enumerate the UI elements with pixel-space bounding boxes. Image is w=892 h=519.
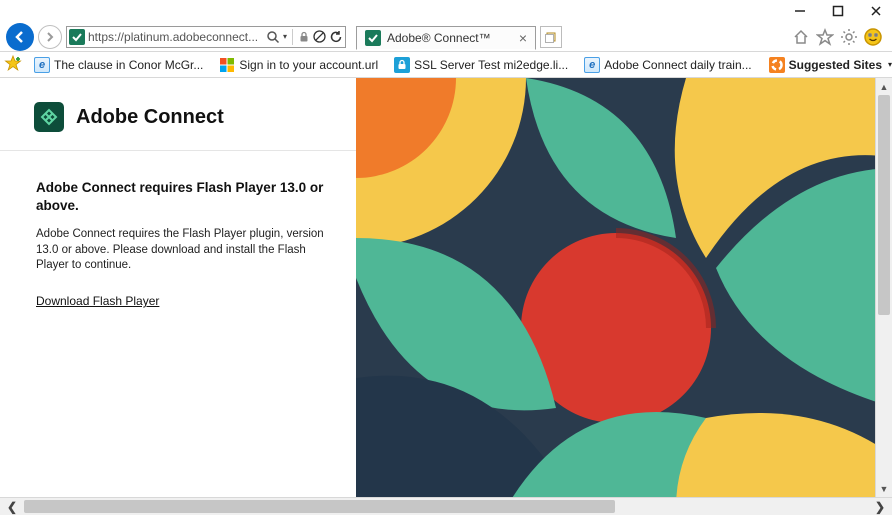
bookmark-item[interactable]: SSL Server Test mi2edge.li...: [390, 54, 572, 76]
page-content: Adobe Connect Adobe Connect requires Fla…: [0, 78, 892, 498]
lock-square-icon: [394, 57, 410, 73]
window-titlebar: [0, 0, 892, 22]
bookmark-label: Adobe Connect daily train...: [604, 58, 751, 72]
browser-tab[interactable]: Adobe® Connect™ ×: [356, 26, 536, 50]
left-panel: Adobe Connect Adobe Connect requires Fla…: [0, 78, 356, 497]
message-body: Adobe Connect requires the Flash Player …: [36, 227, 336, 274]
suggested-sites-button[interactable]: Suggested Sites ▾: [764, 54, 892, 76]
bookmark-label: Sign in to your account.url: [239, 58, 378, 72]
scroll-thumb[interactable]: [878, 95, 890, 315]
brand-title: Adobe Connect: [76, 106, 224, 129]
site-favicon: [69, 29, 85, 45]
add-favorite-button[interactable]: [4, 54, 22, 75]
tab-title: Adobe® Connect™: [387, 31, 513, 45]
navigation-toolbar: https://platinum.adobeconnect... ▾ Adobe…: [0, 22, 892, 52]
bookmark-item[interactable]: e Adobe Connect daily train...: [580, 54, 755, 76]
brand-row: Adobe Connect: [0, 78, 356, 151]
microsoft-icon: [219, 57, 235, 73]
home-icon[interactable]: [792, 28, 810, 46]
vertical-scrollbar[interactable]: ▲ ▼: [875, 78, 892, 497]
tab-favicon: [365, 30, 381, 46]
ie-icon: e: [34, 57, 50, 73]
refresh-icon[interactable]: [329, 30, 343, 44]
chevron-down-icon: ▾: [888, 60, 892, 69]
bookmark-label: SSL Server Test mi2edge.li...: [414, 58, 568, 72]
scroll-right-button[interactable]: ❯: [868, 498, 892, 515]
scroll-down-button[interactable]: ▼: [876, 480, 892, 497]
stop-icon[interactable]: [313, 30, 326, 43]
scroll-up-button[interactable]: ▲: [876, 78, 892, 95]
search-dropdown-icon[interactable]: ▾: [283, 32, 287, 41]
scroll-left-button[interactable]: ❮: [0, 498, 24, 515]
tools-icon[interactable]: [840, 28, 858, 46]
scroll-track[interactable]: [24, 498, 868, 515]
bookmark-label: The clause in Conor McGr...: [54, 58, 203, 72]
scroll-thumb[interactable]: [24, 500, 615, 513]
suggested-sites-icon: [769, 57, 785, 73]
address-bar[interactable]: https://platinum.adobeconnect... ▾: [66, 26, 346, 48]
url-text: https://platinum.adobeconnect...: [88, 30, 263, 44]
minimize-button[interactable]: [790, 1, 810, 21]
tab-strip: Adobe® Connect™ ×: [356, 24, 562, 50]
browser-right-icons: [792, 28, 886, 46]
message-heading: Adobe Connect requires Flash Player 13.0…: [36, 179, 336, 215]
suggested-sites-label: Suggested Sites: [789, 58, 882, 72]
adobe-connect-icon: [34, 102, 64, 132]
bookmark-item[interactable]: e The clause in Conor McGr...: [30, 54, 207, 76]
forward-button[interactable]: [38, 25, 62, 49]
bookmark-item[interactable]: Sign in to your account.url: [215, 54, 382, 76]
separator: [292, 29, 293, 45]
message-block: Adobe Connect requires Flash Player 13.0…: [0, 151, 356, 308]
close-button[interactable]: [866, 1, 886, 21]
decorative-shapes: [356, 78, 892, 497]
favorites-icon[interactable]: [816, 28, 834, 46]
feedback-icon[interactable]: [864, 28, 882, 46]
decorative-art-panel: [356, 78, 892, 497]
lock-icon[interactable]: [298, 31, 310, 43]
search-icon[interactable]: [266, 30, 280, 44]
new-tab-button[interactable]: [540, 26, 562, 48]
horizontal-scrollbar[interactable]: ❮ ❯: [0, 498, 892, 515]
back-button[interactable]: [6, 23, 34, 51]
maximize-button[interactable]: [828, 1, 848, 21]
ie-icon: e: [584, 57, 600, 73]
download-flash-link[interactable]: Download Flash Player: [36, 294, 159, 308]
bookmarks-bar: e The clause in Conor McGr... Sign in to…: [0, 52, 892, 78]
tab-close-icon[interactable]: ×: [519, 30, 527, 46]
